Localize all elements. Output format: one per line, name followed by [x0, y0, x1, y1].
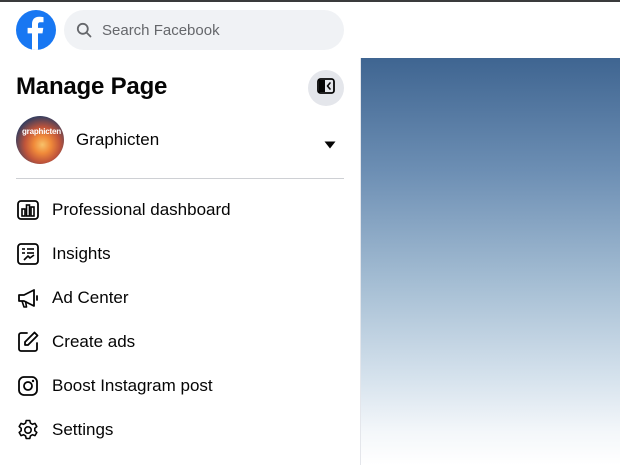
menu-item-create-ads[interactable]: Create ads [0, 320, 360, 364]
menu-item-insights[interactable]: Insights [0, 232, 360, 276]
search-icon [76, 22, 92, 38]
menu-item-label: Boost Instagram post [52, 376, 213, 395]
gear-icon [16, 418, 40, 442]
pencil-edit-icon [16, 330, 40, 354]
manage-page-panel: Manage Page graphicten Graphicten Profes… [0, 58, 361, 465]
manage-page-menu: Professional dashboard Insights Ad Cente… [0, 188, 360, 452]
sidebar-collapse-icon [316, 76, 336, 101]
page-cover-image [361, 58, 620, 465]
menu-item-label: Insights [52, 244, 111, 263]
search-box[interactable] [64, 10, 344, 50]
megaphone-icon [16, 286, 40, 310]
dashboard-icon [16, 198, 40, 222]
menu-item-boost-instagram-post[interactable]: Boost Instagram post [0, 364, 360, 408]
menu-item-label: Create ads [52, 332, 136, 351]
menu-item-professional-dashboard[interactable]: Professional dashboard [0, 188, 360, 232]
search-input[interactable] [100, 10, 334, 50]
menu-item-settings[interactable]: Settings [0, 408, 360, 452]
insights-icon [16, 242, 40, 266]
page-avatar: graphicten [16, 116, 64, 164]
divider [16, 178, 344, 179]
avatar-logo-text: graphicten [22, 127, 61, 136]
menu-item-ad-center[interactable]: Ad Center [0, 276, 360, 320]
menu-item-label: Professional dashboard [52, 200, 231, 219]
menu-item-label: Settings [52, 420, 114, 439]
facebook-logo-icon[interactable] [16, 10, 56, 50]
top-navigation-bar [0, 2, 620, 58]
panel-title: Manage Page [16, 73, 168, 100]
menu-item-label: Ad Center [52, 288, 129, 307]
collapse-panel-button[interactable] [308, 70, 344, 106]
page-name: Graphicten [76, 130, 160, 149]
page-switcher[interactable]: graphicten Graphicten [16, 114, 344, 166]
caret-down-icon[interactable] [324, 136, 336, 149]
instagram-icon [16, 374, 40, 398]
panel-header: Manage Page [16, 70, 344, 106]
